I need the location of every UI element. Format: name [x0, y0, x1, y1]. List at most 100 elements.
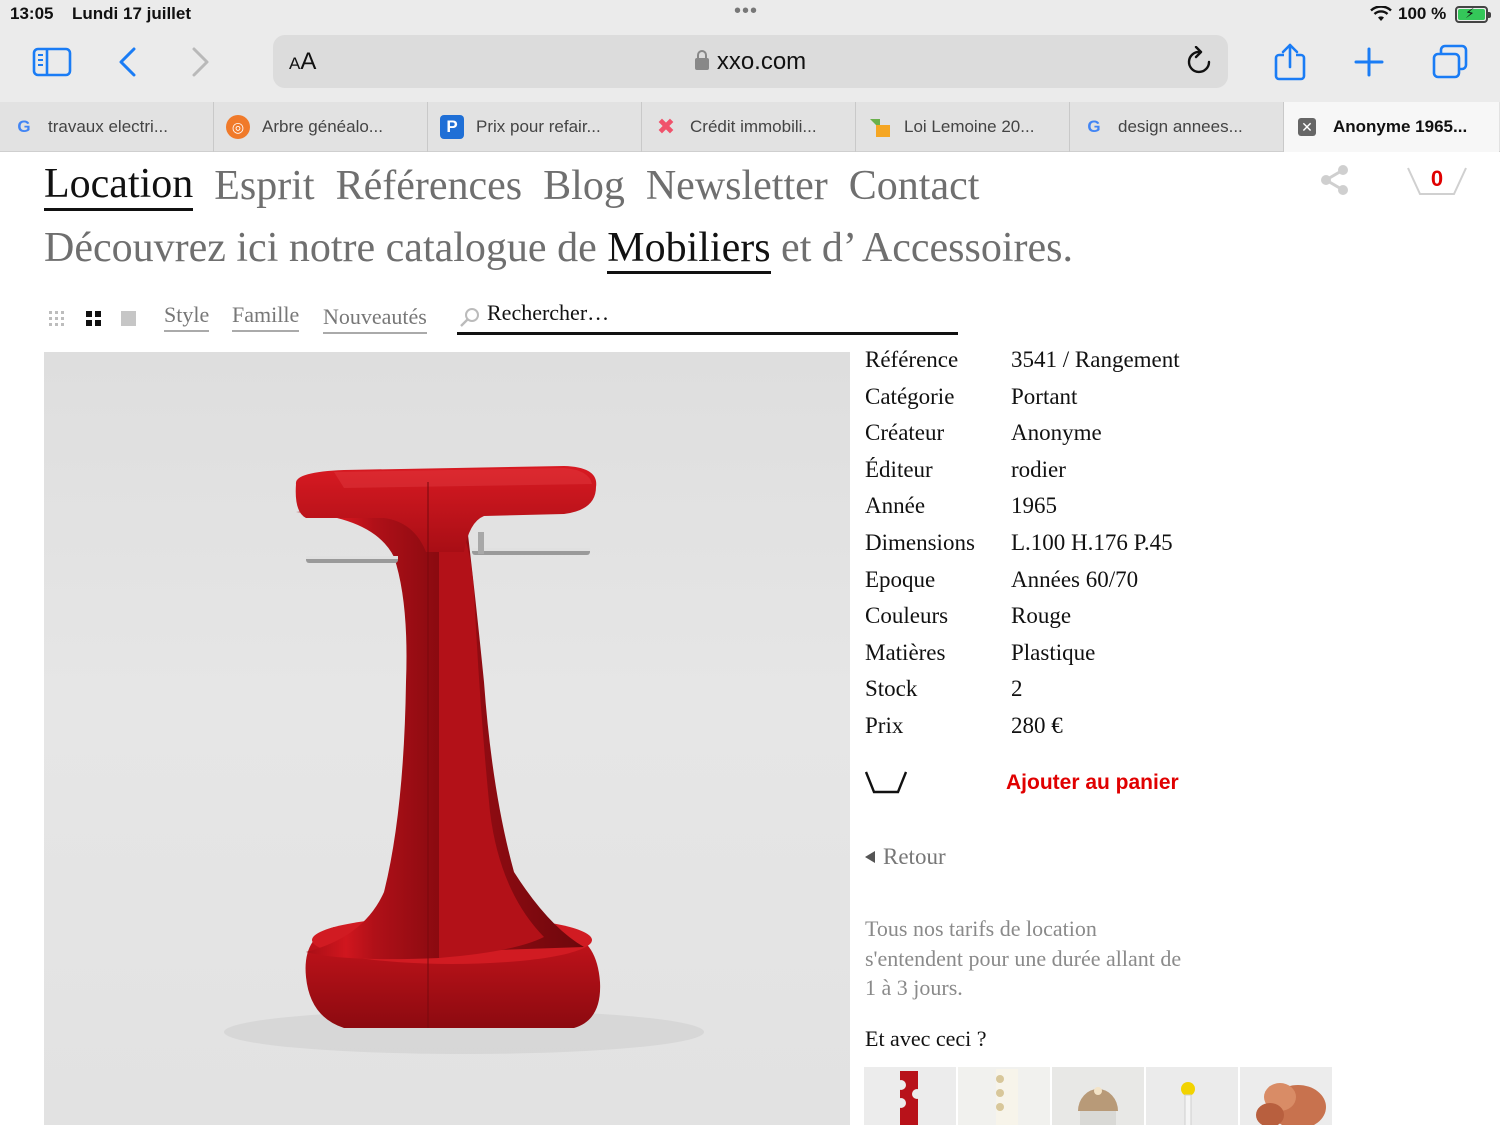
spec-value: 280 €	[1011, 712, 1063, 738]
back-label: Retour	[883, 844, 946, 869]
spec-label: Prix	[865, 712, 904, 738]
related-product-thumb[interactable]	[1052, 1067, 1144, 1125]
spec-label: Référence	[865, 347, 959, 372]
spec-value: Rouge	[1011, 603, 1072, 629]
rental-note: Tous nos tarifs de location s'entendent …	[865, 916, 1182, 1000]
nav-contact[interactable]: Contact	[849, 162, 980, 211]
google-favicon-icon: G	[1087, 117, 1101, 136]
product-photo	[44, 352, 850, 1125]
single-view-icon[interactable]	[120, 310, 140, 330]
spec-label: Dimensions	[865, 529, 975, 555]
tab-5[interactable]: G design annees...	[1070, 102, 1284, 152]
spec-label: Année	[865, 493, 926, 519]
forward-icon[interactable]	[178, 40, 222, 84]
tab-title: Anonyme 1965...	[1333, 117, 1468, 136]
battery-percentage: 100 %	[1398, 4, 1447, 23]
related-product-thumb[interactable]	[864, 1067, 956, 1125]
spec-value: Portant	[1011, 383, 1078, 409]
spec-value: 1965	[1011, 493, 1057, 519]
tab-title: design annees...	[1118, 117, 1243, 136]
spec-label: Couleurs	[865, 603, 949, 629]
butterfly-favicon-icon: ✖	[656, 114, 676, 139]
nav-references[interactable]: Références	[336, 162, 523, 211]
new-tab-icon[interactable]	[1347, 40, 1391, 84]
status-date: Lundi 17 juillet	[72, 4, 192, 23]
back-arrow-icon	[865, 850, 875, 863]
grid-medium-view-icon[interactable]	[85, 310, 105, 330]
geneanet-favicon-icon: ◎	[226, 115, 250, 139]
share-nodes-icon[interactable]	[1318, 164, 1352, 196]
spec-value: Années 60/70	[1011, 566, 1139, 592]
tagline-text: Découvrez ici notre catalogue de	[44, 225, 608, 271]
cart-button[interactable]: 0	[1406, 164, 1468, 198]
filter-style[interactable]: Style	[164, 302, 210, 332]
back-link[interactable]: Retour	[865, 844, 946, 870]
add-to-cart-button[interactable]: Ajouter au panier	[1006, 771, 1179, 795]
tab-title: Loi Lemoine 20...	[904, 117, 1035, 136]
spec-value: Plastique	[1011, 639, 1096, 665]
p-favicon-icon: P	[440, 115, 464, 139]
tab-title: Crédit immobili...	[690, 117, 817, 136]
search-input[interactable]	[487, 300, 947, 326]
mobiliers-link[interactable]: Mobiliers	[607, 225, 771, 274]
filter-nouveautes[interactable]: Nouveautés	[323, 304, 427, 334]
spec-value: L.100 H.176 P.45	[1011, 529, 1173, 555]
related-product-thumb[interactable]	[1146, 1067, 1238, 1125]
spec-label: Catégorie	[865, 383, 955, 409]
nav-location[interactable]: Location	[44, 162, 194, 211]
nav-blog[interactable]: Blog	[543, 162, 625, 211]
tab-6-active[interactable]: ✕ Anonyme 1965...	[1284, 102, 1499, 152]
tab-title: Prix pour refair...	[476, 117, 601, 136]
related-product-thumb[interactable]	[1240, 1067, 1332, 1125]
catalogue-tagline: Découvrez ici notre catalogue de Mobilie…	[44, 224, 1073, 274]
cart-count: 0	[1430, 166, 1444, 191]
tabs-overview-icon[interactable]	[1428, 40, 1472, 84]
spec-value: 3541 / Rangement	[1011, 347, 1180, 372]
spec-label: Epoque	[865, 566, 936, 592]
share-icon[interactable]	[1268, 40, 1312, 84]
wifi-icon	[1370, 6, 1392, 21]
spec-label: Créateur	[865, 420, 945, 446]
tab-2[interactable]: P Prix pour refair...	[428, 102, 642, 152]
leaf-favicon-icon	[868, 115, 892, 139]
back-icon[interactable]	[106, 40, 150, 84]
multitasking-dots-icon[interactable]: •••	[734, 0, 758, 23]
search-icon	[460, 308, 479, 327]
close-tab-icon[interactable]: ✕	[1298, 118, 1316, 136]
spec-value: Anonyme	[1011, 420, 1102, 446]
url-text: xxo.com	[716, 48, 807, 75]
coat-stand-image	[224, 466, 704, 1054]
url-display[interactable]: xxo.com	[273, 48, 1228, 76]
tab-1[interactable]: ◎ Arbre généalo...	[214, 102, 428, 152]
status-bar: 13:05 Lundi 17 juillet ••• 100 % ⚡	[0, 0, 1500, 30]
tab-4[interactable]: Loi Lemoine 20...	[856, 102, 1070, 152]
lock-icon	[694, 50, 709, 70]
grid-small-view-icon[interactable]	[48, 310, 68, 330]
tab-title: travaux electri...	[48, 117, 168, 136]
spec-label: Stock	[865, 676, 918, 702]
tab-bar: G travaux electri... ◎ Arbre généalo... …	[0, 102, 1500, 152]
address-bar[interactable]: AA xxo.com	[273, 35, 1228, 88]
spec-value: rodier	[1011, 456, 1066, 482]
battery-icon: ⚡	[1455, 5, 1491, 23]
tab-title: Arbre généalo...	[262, 117, 383, 136]
tagline-text-end: et d’ Accessoires.	[770, 225, 1073, 271]
spec-label: Éditeur	[865, 456, 933, 482]
basket-icon[interactable]	[865, 770, 907, 794]
nav-esprit[interactable]: Esprit	[214, 162, 314, 211]
search-box	[457, 300, 958, 335]
nav-newsletter[interactable]: Newsletter	[646, 162, 828, 211]
related-products-title: Et avec ceci ?	[865, 1026, 987, 1051]
filter-famille[interactable]: Famille	[232, 302, 300, 332]
filter-bar: Style Famille Nouveautés	[48, 300, 968, 338]
spec-label: Matières	[865, 639, 946, 665]
sidebar-icon[interactable]	[30, 40, 74, 84]
tab-0[interactable]: G travaux electri...	[0, 102, 214, 152]
main-nav: Location Esprit Références Blog Newslett…	[44, 162, 979, 211]
browser-toolbar: AA xxo.com	[0, 30, 1500, 102]
related-products	[864, 1067, 1332, 1125]
web-page: Location Esprit Références Blog Newslett…	[0, 152, 1500, 1125]
tab-3[interactable]: ✖ Crédit immobili...	[642, 102, 856, 152]
related-product-thumb[interactable]	[958, 1067, 1050, 1125]
reload-icon[interactable]	[1186, 46, 1214, 76]
